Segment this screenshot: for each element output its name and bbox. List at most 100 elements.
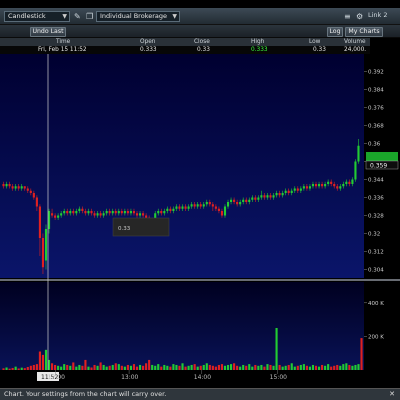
volume-bar	[151, 364, 154, 370]
candle-body	[60, 213, 63, 216]
volume-bar	[72, 362, 75, 370]
chevron-down-icon: ▼	[62, 13, 67, 20]
candle-body	[11, 186, 14, 189]
volume-bar	[166, 365, 169, 370]
volume-bar	[84, 359, 87, 370]
price-panel	[0, 54, 364, 278]
volume-bar	[142, 365, 145, 370]
candle-body	[84, 211, 87, 214]
volume-bar	[193, 364, 196, 370]
volume-bar	[278, 364, 281, 370]
menu-icon[interactable]: ≡	[344, 12, 351, 21]
quote-high: 0.333	[251, 47, 268, 53]
volume-bar	[29, 365, 32, 370]
volume-bar	[360, 338, 363, 370]
candle-body	[87, 211, 90, 214]
account-select[interactable]: Individual Brokerage ▼	[96, 11, 180, 22]
candle-body	[96, 213, 99, 216]
candle-body	[14, 186, 17, 189]
candle-body	[99, 213, 102, 216]
chart-type-select[interactable]: Candlestick ▼	[4, 11, 70, 22]
volume-bar	[129, 365, 133, 370]
volume-bar	[14, 366, 17, 370]
candle-body	[32, 193, 35, 198]
volume-bar	[178, 365, 181, 370]
volume-bar	[281, 366, 284, 370]
price-chart[interactable]: 0.3920.3840.3760.3680.360.3520.3440.3360…	[0, 54, 400, 388]
candle-body	[229, 199, 233, 202]
volume-bar	[208, 364, 211, 370]
quote-volume: 24,000.	[344, 47, 367, 53]
candle-body	[126, 211, 129, 214]
time-tick-label: 12:00	[48, 374, 65, 381]
candle-body	[50, 213, 54, 216]
price-tick-label: 0.392	[368, 70, 384, 76]
candle-body	[333, 184, 336, 187]
candle-body	[308, 186, 312, 189]
candle-body	[172, 208, 175, 211]
candle-body	[105, 211, 108, 214]
candle-body	[138, 213, 142, 216]
price-tick-label: 0.384	[368, 88, 384, 94]
time-tick-label: 15:00	[270, 374, 287, 381]
settings-icon[interactable]: ⚙	[356, 12, 363, 21]
candle-body	[2, 184, 5, 187]
volume-bar	[342, 364, 345, 370]
volume-bar	[138, 364, 142, 370]
candle-body	[145, 215, 148, 218]
volume-bar	[260, 364, 263, 370]
volume-bar	[187, 365, 190, 370]
volume-bar	[23, 368, 26, 370]
candle-body	[302, 186, 305, 189]
candle-body	[251, 197, 254, 200]
price-tick-label: 0.312	[368, 250, 384, 256]
volume-bar	[75, 366, 78, 370]
volume-bar	[269, 364, 272, 370]
volume-bar	[257, 365, 260, 370]
candle-body	[345, 181, 348, 184]
volume-bar	[263, 366, 266, 370]
quote-close: 0.33	[197, 47, 210, 53]
candle-body	[314, 184, 318, 187]
volume-bar	[63, 364, 66, 370]
candle-body	[169, 208, 172, 211]
copy-icon[interactable]: ❐	[86, 12, 93, 21]
candle-body	[41, 238, 45, 268]
candle-body	[120, 211, 123, 214]
volume-bar	[105, 366, 108, 370]
my-charts-button[interactable]: My Charts	[345, 27, 383, 37]
volume-bar	[248, 364, 251, 370]
volume-bar	[87, 366, 90, 370]
candle-body	[287, 190, 290, 193]
volume-bar	[287, 364, 290, 370]
candle-body	[5, 184, 8, 187]
volume-bar	[339, 365, 342, 370]
log-button[interactable]: Log	[327, 27, 343, 37]
candle-body	[269, 195, 272, 198]
candle-body	[348, 181, 351, 184]
candle-body	[93, 213, 96, 216]
candle-body	[26, 188, 29, 191]
candle-body	[236, 202, 239, 205]
candle-body	[254, 197, 257, 200]
status-bar: Chart. Your settings from the chart will…	[0, 388, 400, 400]
undo-last-button[interactable]: Undo Last	[30, 27, 66, 37]
volume-bar	[296, 365, 299, 370]
tooltip-box: 0.33	[112, 217, 170, 237]
link-label[interactable]: Link 2	[368, 11, 388, 20]
candle-body	[190, 204, 193, 207]
candle-body	[199, 204, 202, 207]
volume-bar	[132, 364, 136, 370]
close-icon[interactable]: ✕	[387, 389, 397, 399]
volume-bar	[345, 363, 348, 370]
volume-bar	[242, 364, 245, 370]
pencil-icon[interactable]: ✎	[74, 12, 81, 21]
volume-bar	[217, 364, 220, 370]
volume-bar	[8, 368, 11, 370]
volume-bar	[299, 364, 302, 370]
volume-tick-label: 400 K	[368, 301, 384, 307]
candle-body	[135, 213, 139, 216]
volume-bar	[54, 364, 57, 370]
candle-body	[78, 208, 81, 211]
volume-bar	[190, 364, 193, 370]
